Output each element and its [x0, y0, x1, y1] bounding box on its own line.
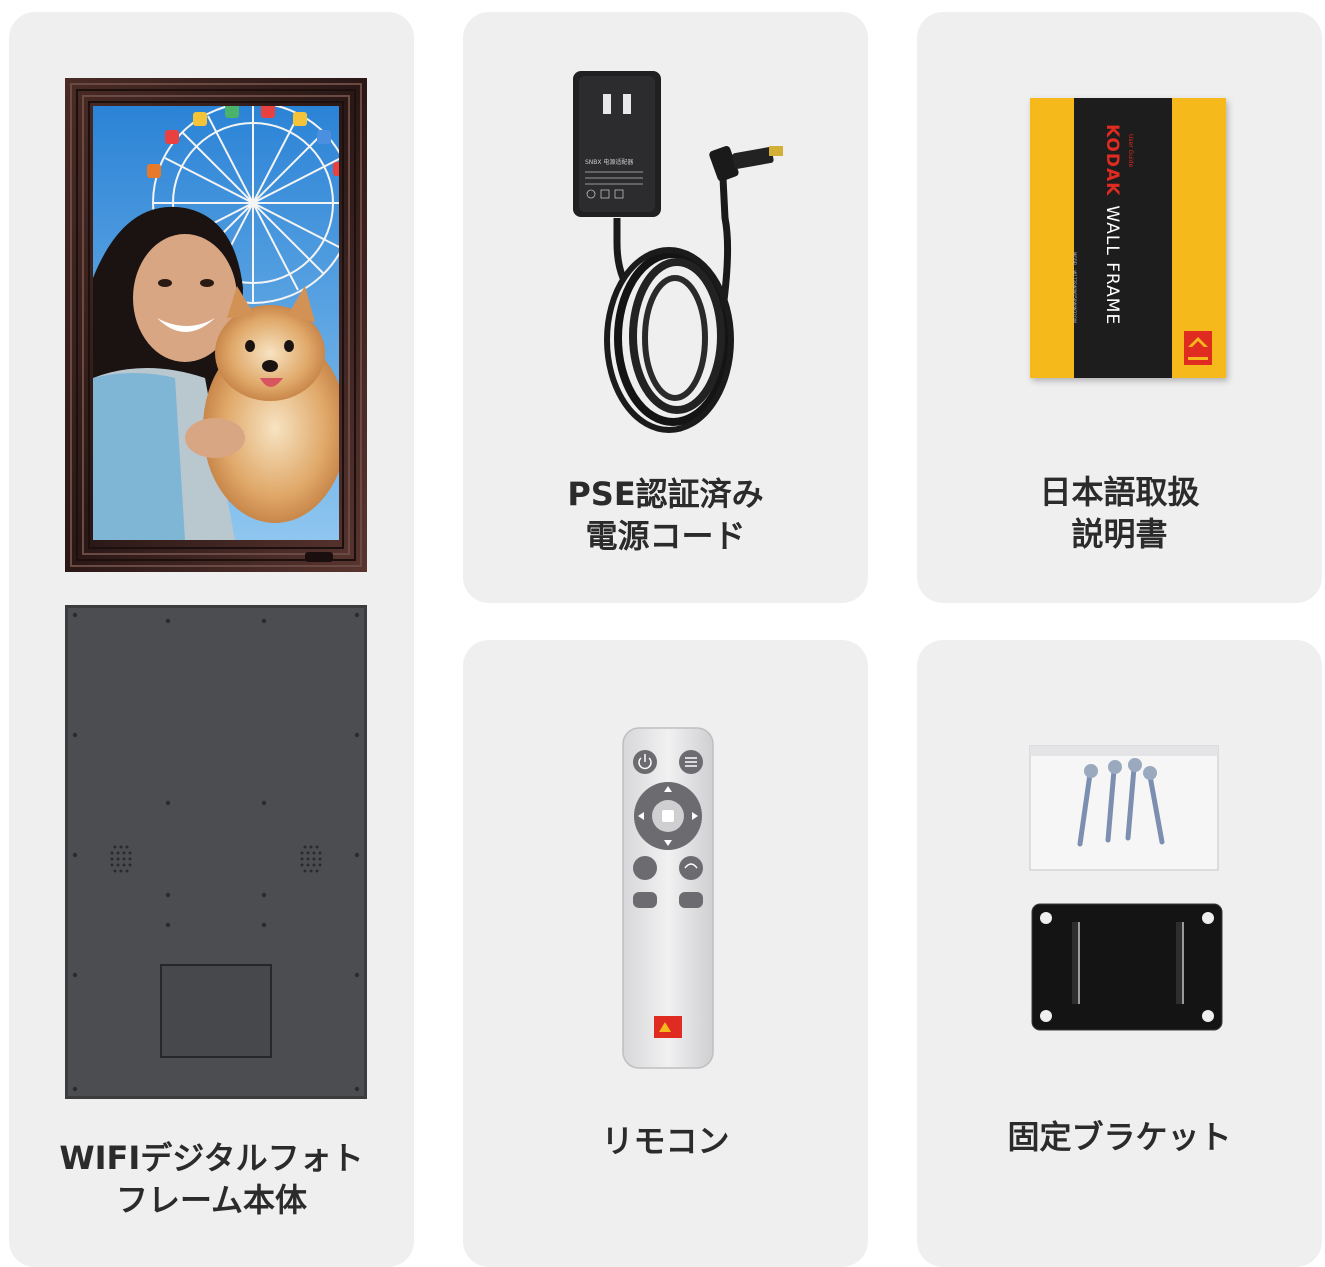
manual-label-line-2: 説明書 [1071, 515, 1168, 553]
bracket-card: 固定ブラケット [917, 640, 1322, 1267]
power-adapter-image: SNBX 电源适配器 [573, 71, 783, 433]
power-cord-card: SNBX 电源适配器 PSE認証済み 電源コード [463, 12, 868, 603]
bracket-label-line-1: 固定ブラケット [1007, 1118, 1232, 1156]
manual-label: 日本語取扱 説明書 [917, 471, 1322, 555]
power-cord-label-line-1: PSE認証済み [567, 475, 764, 513]
manual-brand: KODAK [1102, 124, 1122, 197]
manual-model: MODEL : W173SW/W156W/W32OW [1072, 252, 1077, 323]
manual-title: WALL FRAME [1102, 205, 1122, 326]
bracket-label: 固定ブラケット [917, 1116, 1322, 1158]
frame-label: WIFIデジタルフォト フレーム本体 [9, 1137, 414, 1221]
manual-label-line-1: 日本語取扱 [1039, 473, 1200, 511]
frame-back-image [65, 605, 367, 1099]
remote-control-image [622, 727, 714, 1069]
remote-card: リモコン [463, 640, 868, 1267]
manual-card: KODAK WALL FRAME User Guide MODEL : W173… [917, 12, 1322, 603]
power-cord-label: PSE認証済み 電源コード [463, 473, 868, 557]
frame-label-line-1: WIFIデジタルフォト [59, 1139, 364, 1177]
power-cord-label-line-2: 電源コード [585, 517, 746, 555]
screw-bag-image [1029, 745, 1219, 871]
adapter-text: SNBX 电源适配器 [585, 158, 633, 166]
manual-cover-image: KODAK WALL FRAME User Guide MODEL : W173… [1030, 98, 1226, 378]
frame-card: WIFIデジタルフォト フレーム本体 [9, 12, 414, 1267]
kodak-logo-icon [1184, 331, 1212, 365]
remote-label: リモコン [463, 1120, 868, 1162]
frame-label-line-2: フレーム本体 [115, 1181, 308, 1219]
frame-front-image [65, 78, 367, 572]
manual-subtitle: User Guide [1127, 134, 1134, 168]
remote-label-line-1: リモコン [601, 1122, 730, 1160]
wall-bracket-image [1031, 903, 1223, 1031]
manual-black-band: KODAK WALL FRAME User Guide MODEL : W173… [1072, 98, 1172, 378]
